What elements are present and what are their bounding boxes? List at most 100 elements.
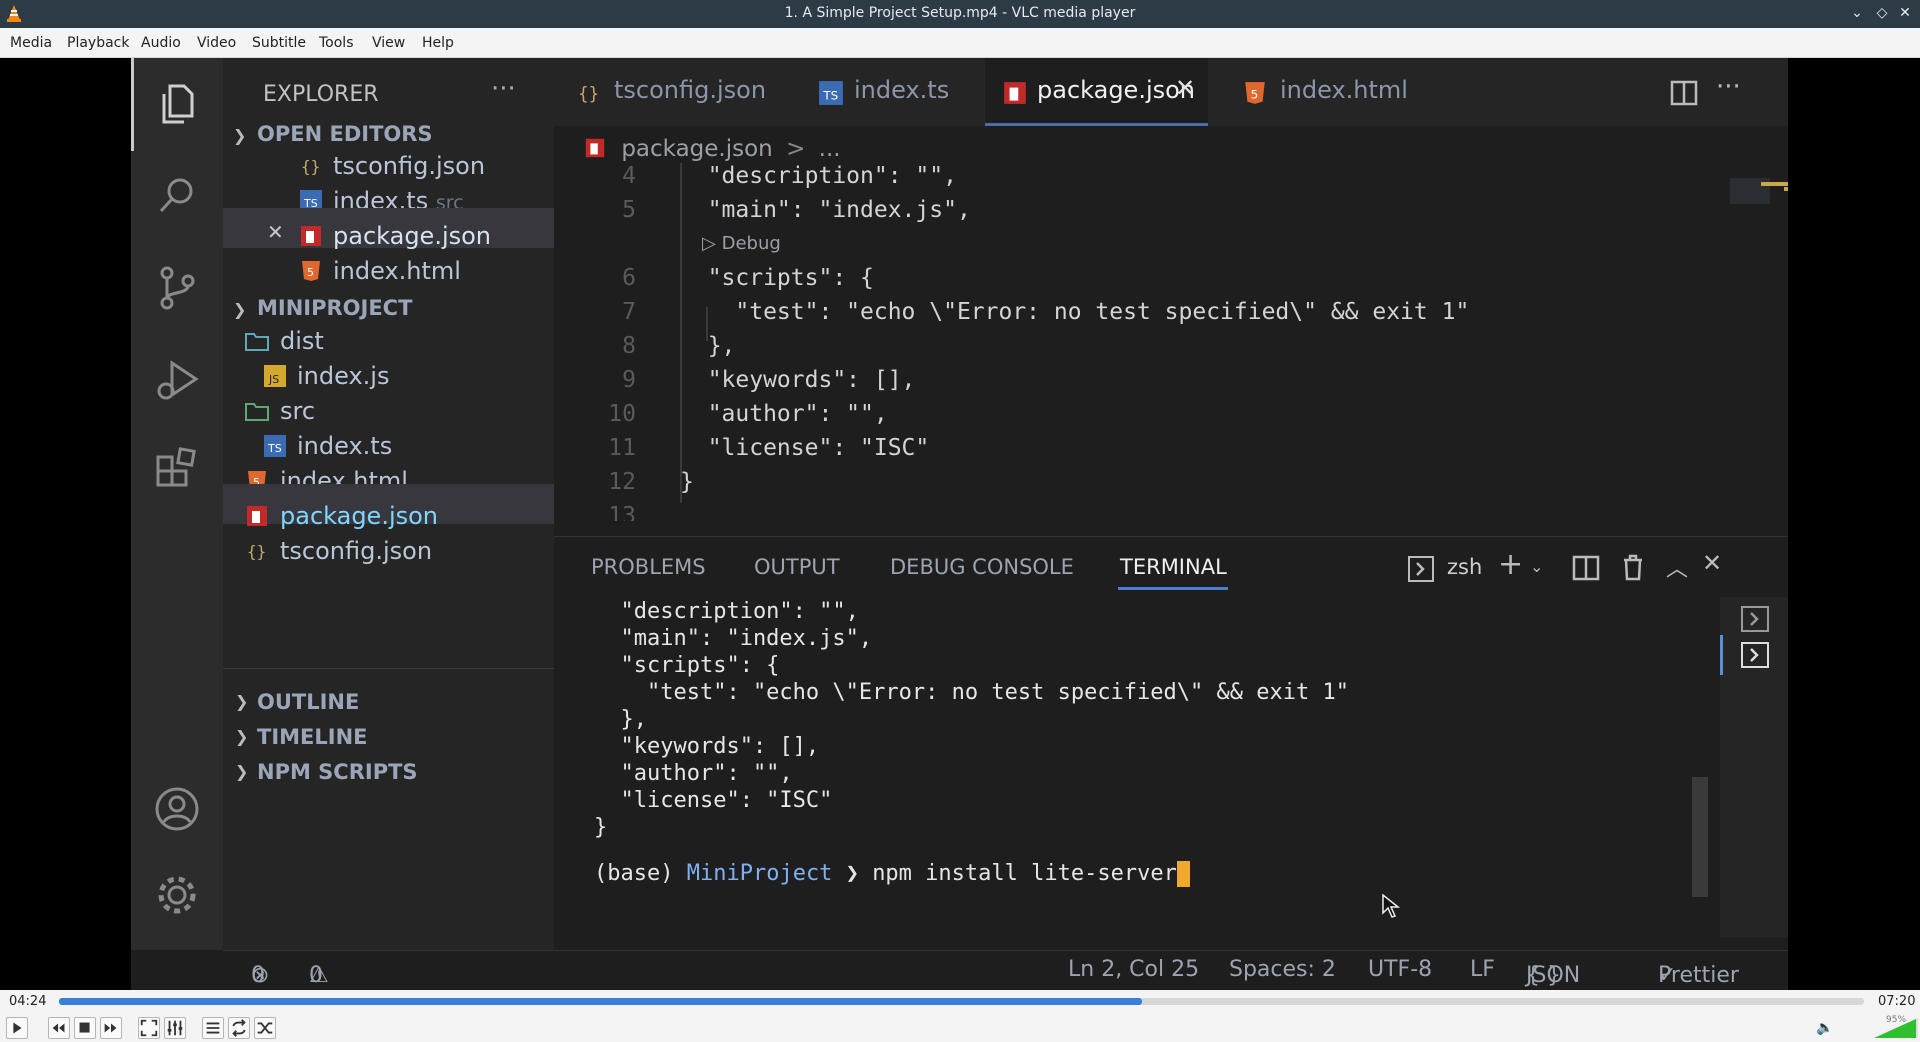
run-debug-icon [157,360,199,400]
seek-progress [59,998,1142,1005]
panel-tabs: PROBLEMS OUTPUT DEBUG CONSOLE TERMINAL z… [554,537,1788,590]
svg-text:{}: {} [301,157,320,176]
speaker-icon[interactable]: 🔈 [1816,1020,1833,1036]
javascript-icon: JS [264,365,286,387]
restore-icon[interactable]: ◇ [1873,4,1891,22]
fullscreen-icon [140,1019,158,1037]
play-triangle-icon: ▷ [702,233,722,254]
active-indicator [1720,635,1723,675]
next-button[interactable] [100,1017,122,1039]
cursor-position: Ln 2, Col 25 [1068,957,1200,982]
terminal-line: }, [594,707,647,732]
stop-icon [79,1022,90,1033]
json-icon: {} [578,85,599,105]
extensions-icon [156,447,196,487]
breadcrumb-rest: ... [818,136,841,162]
menu-bar: Media Playback Audio Video Subtitle Tool… [0,28,1920,58]
explorer-files-icon [162,84,194,124]
play-button[interactable] [6,1017,28,1039]
chevron-right-icon: ❯ [235,692,249,711]
divider [223,668,554,669]
tab-output: OUTPUT [754,555,840,579]
terminal-instance-icon [1741,606,1769,632]
terminal-line: } [594,815,608,840]
tree-item-folder: src [280,397,316,425]
menu-help[interactable]: Help [422,35,454,51]
menu-playback[interactable]: Playback [67,35,129,51]
prompt-dir: MiniProject [686,861,833,886]
active-tab-underline [1118,587,1228,590]
chevron-down-icon: ⌄ [1530,557,1544,576]
menu-video[interactable]: Video [197,35,236,51]
volume-percent: 95% [1886,1015,1907,1025]
seek-row: 04:24 07:20 [0,990,1920,1014]
loop-button[interactable] [228,1017,250,1039]
shuffle-button[interactable] [254,1017,276,1039]
tab-index-ts: TS index.ts [804,58,974,126]
playlist-button[interactable] [202,1017,224,1039]
video-area[interactable]: EXPLORER ··· ❯ OPEN EDITORS {} tsconfig.… [0,58,1920,990]
menu-view[interactable]: View [372,35,405,51]
open-editor-item: index.html [333,257,461,285]
svg-text:5: 5 [307,266,314,279]
settings-gear-icon [158,876,196,914]
code-line: 8 }, [622,333,736,359]
indent-setting: Spaces: 2 [1229,957,1336,982]
stop-button[interactable] [74,1017,96,1039]
menu-media[interactable]: Media [10,35,52,51]
html5-icon: 5 [1245,82,1265,104]
accounts-icon [155,787,199,831]
npm-icon [301,226,321,246]
scroll-marker [1761,182,1788,186]
npm-scripts-section: NPM SCRIPTS [257,760,418,784]
tab-debug-console: DEBUG CONSOLE [890,555,1074,579]
svg-text:TS: TS [267,442,282,455]
bottom-panel: PROBLEMS OUTPUT DEBUG CONSOLE TERMINAL z… [554,536,1788,950]
code-line: 4 "description": "", [622,163,957,189]
active-indicator [131,58,134,151]
tab-tsconfig: {} tsconfig.json [554,58,774,126]
new-terminal-icon: + [1498,547,1524,582]
npm-icon [1004,82,1026,104]
timeline-section: TIMELINE [257,725,368,749]
tab-index-html: 5 index.html [1224,58,1424,126]
terminal-prompt: (base) MiniProject ❯ npm install lite-se… [594,861,1190,887]
code-line: 13 [608,503,636,521]
activity-bar [131,58,223,950]
open-editor-item: tsconfig.json [333,152,486,180]
terminal-scrollbar [1692,777,1708,897]
html5-icon: 5 [302,261,320,281]
menu-tools[interactable]: Tools [319,35,354,51]
folder-icon [245,333,269,351]
close-tab-icon: ✕ [1175,74,1196,102]
menu-subtitle[interactable]: Subtitle [252,35,306,51]
chevron-right-icon: ❯ [235,762,249,781]
terminal-line: "test": "echo \"Error: no test specified… [594,680,1349,705]
more-actions-icon: ··· [1716,72,1741,102]
seek-slider[interactable] [59,998,1864,1005]
npm-icon [585,138,605,158]
tree-item-folder: dist [280,327,324,355]
volume-slider[interactable]: 95% [1874,1015,1918,1039]
total-time: 07:20 [1878,994,1916,1009]
terminal-line: "license": "ISC" [594,788,833,813]
menu-audio[interactable]: Audio [141,35,181,51]
open-editor-item-active: package.json [333,222,492,250]
close-panel-icon: ✕ [1702,549,1723,577]
close-icon: ✕ [267,220,284,244]
svg-text:5: 5 [1251,87,1259,101]
code-line: 6 "scripts": { [622,265,874,291]
video-frame-vscode: EXPLORER ··· ❯ OPEN EDITORS {} tsconfig.… [131,58,1788,990]
terminal-line: "author": "", [594,761,793,786]
breadcrumb-file: package.json [621,136,773,162]
breadcrumb: package.json > ... [584,136,841,162]
terminal-caret [1176,861,1190,887]
terminal-line: "keywords": [], [594,734,820,759]
fullscreen-button[interactable] [138,1017,160,1039]
minimize-icon[interactable]: ⌄ [1848,4,1866,22]
extended-settings-button[interactable] [164,1017,186,1039]
shell-name: zsh [1447,555,1483,579]
npm-icon [247,506,267,526]
close-window-icon[interactable]: ✕ [1896,4,1914,22]
previous-button[interactable] [48,1017,70,1039]
